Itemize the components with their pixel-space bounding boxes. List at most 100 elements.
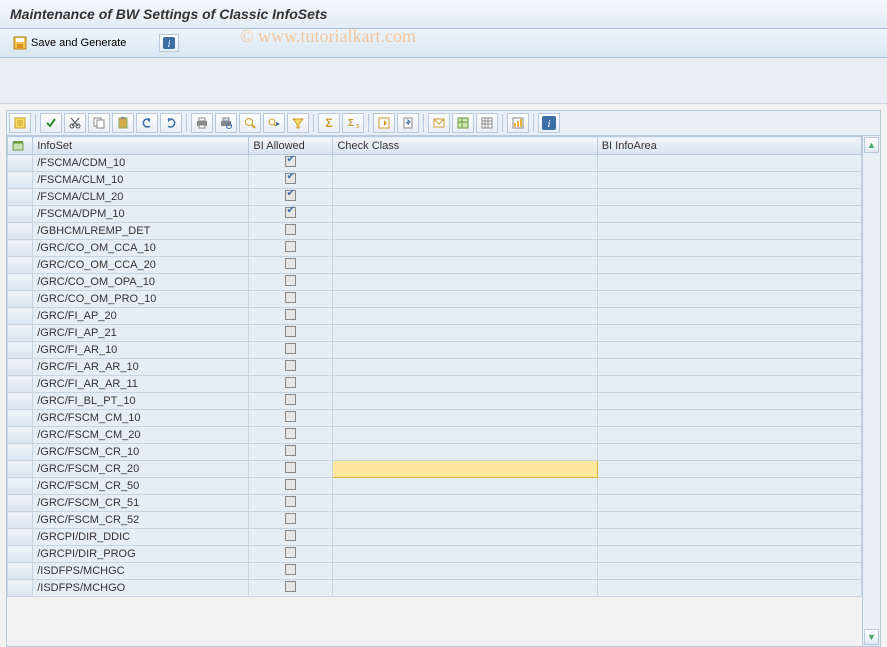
row-selector[interactable]	[8, 478, 33, 495]
cell-bi-allowed[interactable]	[249, 580, 333, 597]
cell-bi-allowed[interactable]	[249, 291, 333, 308]
cell-bi-allowed[interactable]	[249, 461, 333, 478]
cell-bi-allowed[interactable]	[249, 410, 333, 427]
toolbar-local-file-button[interactable]	[397, 113, 419, 133]
cell-infoset[interactable]: /GRC/FI_AP_20	[33, 308, 249, 325]
cell-infoset[interactable]: /GRC/FSCM_CM_10	[33, 410, 249, 427]
cell-bi-infoarea[interactable]	[597, 359, 861, 376]
cell-check-class[interactable]	[333, 427, 597, 444]
row-selector[interactable]	[8, 223, 33, 240]
cell-infoset[interactable]: /GRC/FSCM_CR_20	[33, 461, 249, 478]
cell-bi-infoarea[interactable]	[597, 274, 861, 291]
checkbox-icon[interactable]	[285, 462, 296, 473]
cell-bi-allowed[interactable]	[249, 359, 333, 376]
toolbar-graphic-button[interactable]	[507, 113, 529, 133]
cell-bi-allowed[interactable]	[249, 206, 333, 223]
cell-bi-infoarea[interactable]	[597, 189, 861, 206]
cell-infoset[interactable]: /GRC/FI_AR_AR_10	[33, 359, 249, 376]
row-selector[interactable]	[8, 325, 33, 342]
row-selector[interactable]	[8, 563, 33, 580]
cell-check-class[interactable]	[333, 512, 597, 529]
cell-infoset[interactable]: /GRC/CO_OM_CCA_20	[33, 257, 249, 274]
cell-infoset[interactable]: /FSCMA/CDM_10	[33, 155, 249, 172]
checkbox-icon[interactable]	[285, 224, 296, 235]
cell-check-class[interactable]	[333, 240, 597, 257]
cell-bi-infoarea[interactable]	[597, 580, 861, 597]
cell-infoset[interactable]: /GRC/CO_OM_CCA_10	[33, 240, 249, 257]
cell-check-class[interactable]	[333, 410, 597, 427]
cell-bi-allowed[interactable]	[249, 376, 333, 393]
cell-bi-allowed[interactable]	[249, 172, 333, 189]
cell-bi-allowed[interactable]	[249, 495, 333, 512]
info-icon[interactable]: i	[159, 34, 179, 52]
checkbox-icon[interactable]	[285, 513, 296, 524]
toolbar-subtotal-button[interactable]: Σs	[342, 113, 364, 133]
column-select-all[interactable]	[8, 137, 33, 155]
cell-bi-allowed[interactable]	[249, 223, 333, 240]
checkbox-icon[interactable]	[285, 411, 296, 422]
checkbox-icon[interactable]	[285, 530, 296, 541]
toolbar-filter-button[interactable]	[287, 113, 309, 133]
toolbar-sum-button[interactable]: Σ	[318, 113, 340, 133]
cell-bi-allowed[interactable]	[249, 240, 333, 257]
cell-infoset[interactable]: /GRCPI/DIR_PROG	[33, 546, 249, 563]
checkbox-icon[interactable]	[285, 343, 296, 354]
toolbar-redo-button[interactable]	[160, 113, 182, 133]
checkbox-icon[interactable]	[285, 360, 296, 371]
cell-check-class[interactable]	[333, 206, 597, 223]
vertical-scrollbar[interactable]: ▲ ▼	[862, 136, 880, 646]
toolbar-cut-button[interactable]	[64, 113, 86, 133]
cell-infoset[interactable]: /GRC/FSCM_CR_51	[33, 495, 249, 512]
cell-bi-infoarea[interactable]	[597, 240, 861, 257]
checkbox-icon[interactable]	[285, 377, 296, 388]
cell-bi-infoarea[interactable]	[597, 461, 861, 478]
cell-check-class[interactable]	[333, 478, 597, 495]
checkbox-icon[interactable]	[285, 394, 296, 405]
cell-infoset[interactable]: /GRC/FI_AR_10	[33, 342, 249, 359]
cell-infoset[interactable]: /GRCPI/DIR_DDIC	[33, 529, 249, 546]
scroll-up-icon[interactable]: ▲	[864, 137, 879, 153]
cell-check-class[interactable]	[333, 393, 597, 410]
cell-bi-infoarea[interactable]	[597, 257, 861, 274]
cell-check-class[interactable]	[333, 359, 597, 376]
row-selector[interactable]	[8, 359, 33, 376]
checkbox-icon[interactable]	[285, 581, 296, 592]
checkbox-icon[interactable]	[285, 190, 296, 201]
row-selector[interactable]	[8, 546, 33, 563]
cell-bi-allowed[interactable]	[249, 257, 333, 274]
cell-bi-allowed[interactable]	[249, 274, 333, 291]
row-selector[interactable]	[8, 155, 33, 172]
checkbox-icon[interactable]	[285, 496, 296, 507]
cell-check-class[interactable]	[333, 189, 597, 206]
cell-bi-infoarea[interactable]	[597, 478, 861, 495]
row-selector[interactable]	[8, 257, 33, 274]
toolbar-find-next-button[interactable]	[263, 113, 285, 133]
checkbox-icon[interactable]	[285, 292, 296, 303]
toolbar-check-button[interactable]	[40, 113, 62, 133]
cell-check-class[interactable]	[333, 325, 597, 342]
toolbar-paste-button[interactable]	[112, 113, 134, 133]
cell-infoset[interactable]: /FSCMA/DPM_10	[33, 206, 249, 223]
cell-bi-infoarea[interactable]	[597, 291, 861, 308]
cell-bi-infoarea[interactable]	[597, 444, 861, 461]
checkbox-icon[interactable]	[285, 156, 296, 167]
cell-bi-infoarea[interactable]	[597, 427, 861, 444]
cell-bi-infoarea[interactable]	[597, 342, 861, 359]
cell-infoset[interactable]: /GRC/FI_AP_21	[33, 325, 249, 342]
row-selector[interactable]	[8, 427, 33, 444]
cell-check-class[interactable]	[333, 444, 597, 461]
cell-bi-allowed[interactable]	[249, 189, 333, 206]
cell-check-class[interactable]	[333, 563, 597, 580]
cell-check-class[interactable]	[333, 461, 597, 478]
cell-bi-allowed[interactable]	[249, 427, 333, 444]
checkbox-icon[interactable]	[285, 309, 296, 320]
checkbox-icon[interactable]	[285, 326, 296, 337]
toolbar-find-button[interactable]	[239, 113, 261, 133]
cell-bi-allowed[interactable]	[249, 529, 333, 546]
toolbar-grid-settings-button[interactable]	[476, 113, 498, 133]
scroll-down-icon[interactable]: ▼	[864, 629, 879, 645]
cell-bi-allowed[interactable]	[249, 342, 333, 359]
cell-bi-allowed[interactable]	[249, 546, 333, 563]
cell-infoset[interactable]: /GBHCM/LREMP_DET	[33, 223, 249, 240]
cell-check-class[interactable]	[333, 495, 597, 512]
